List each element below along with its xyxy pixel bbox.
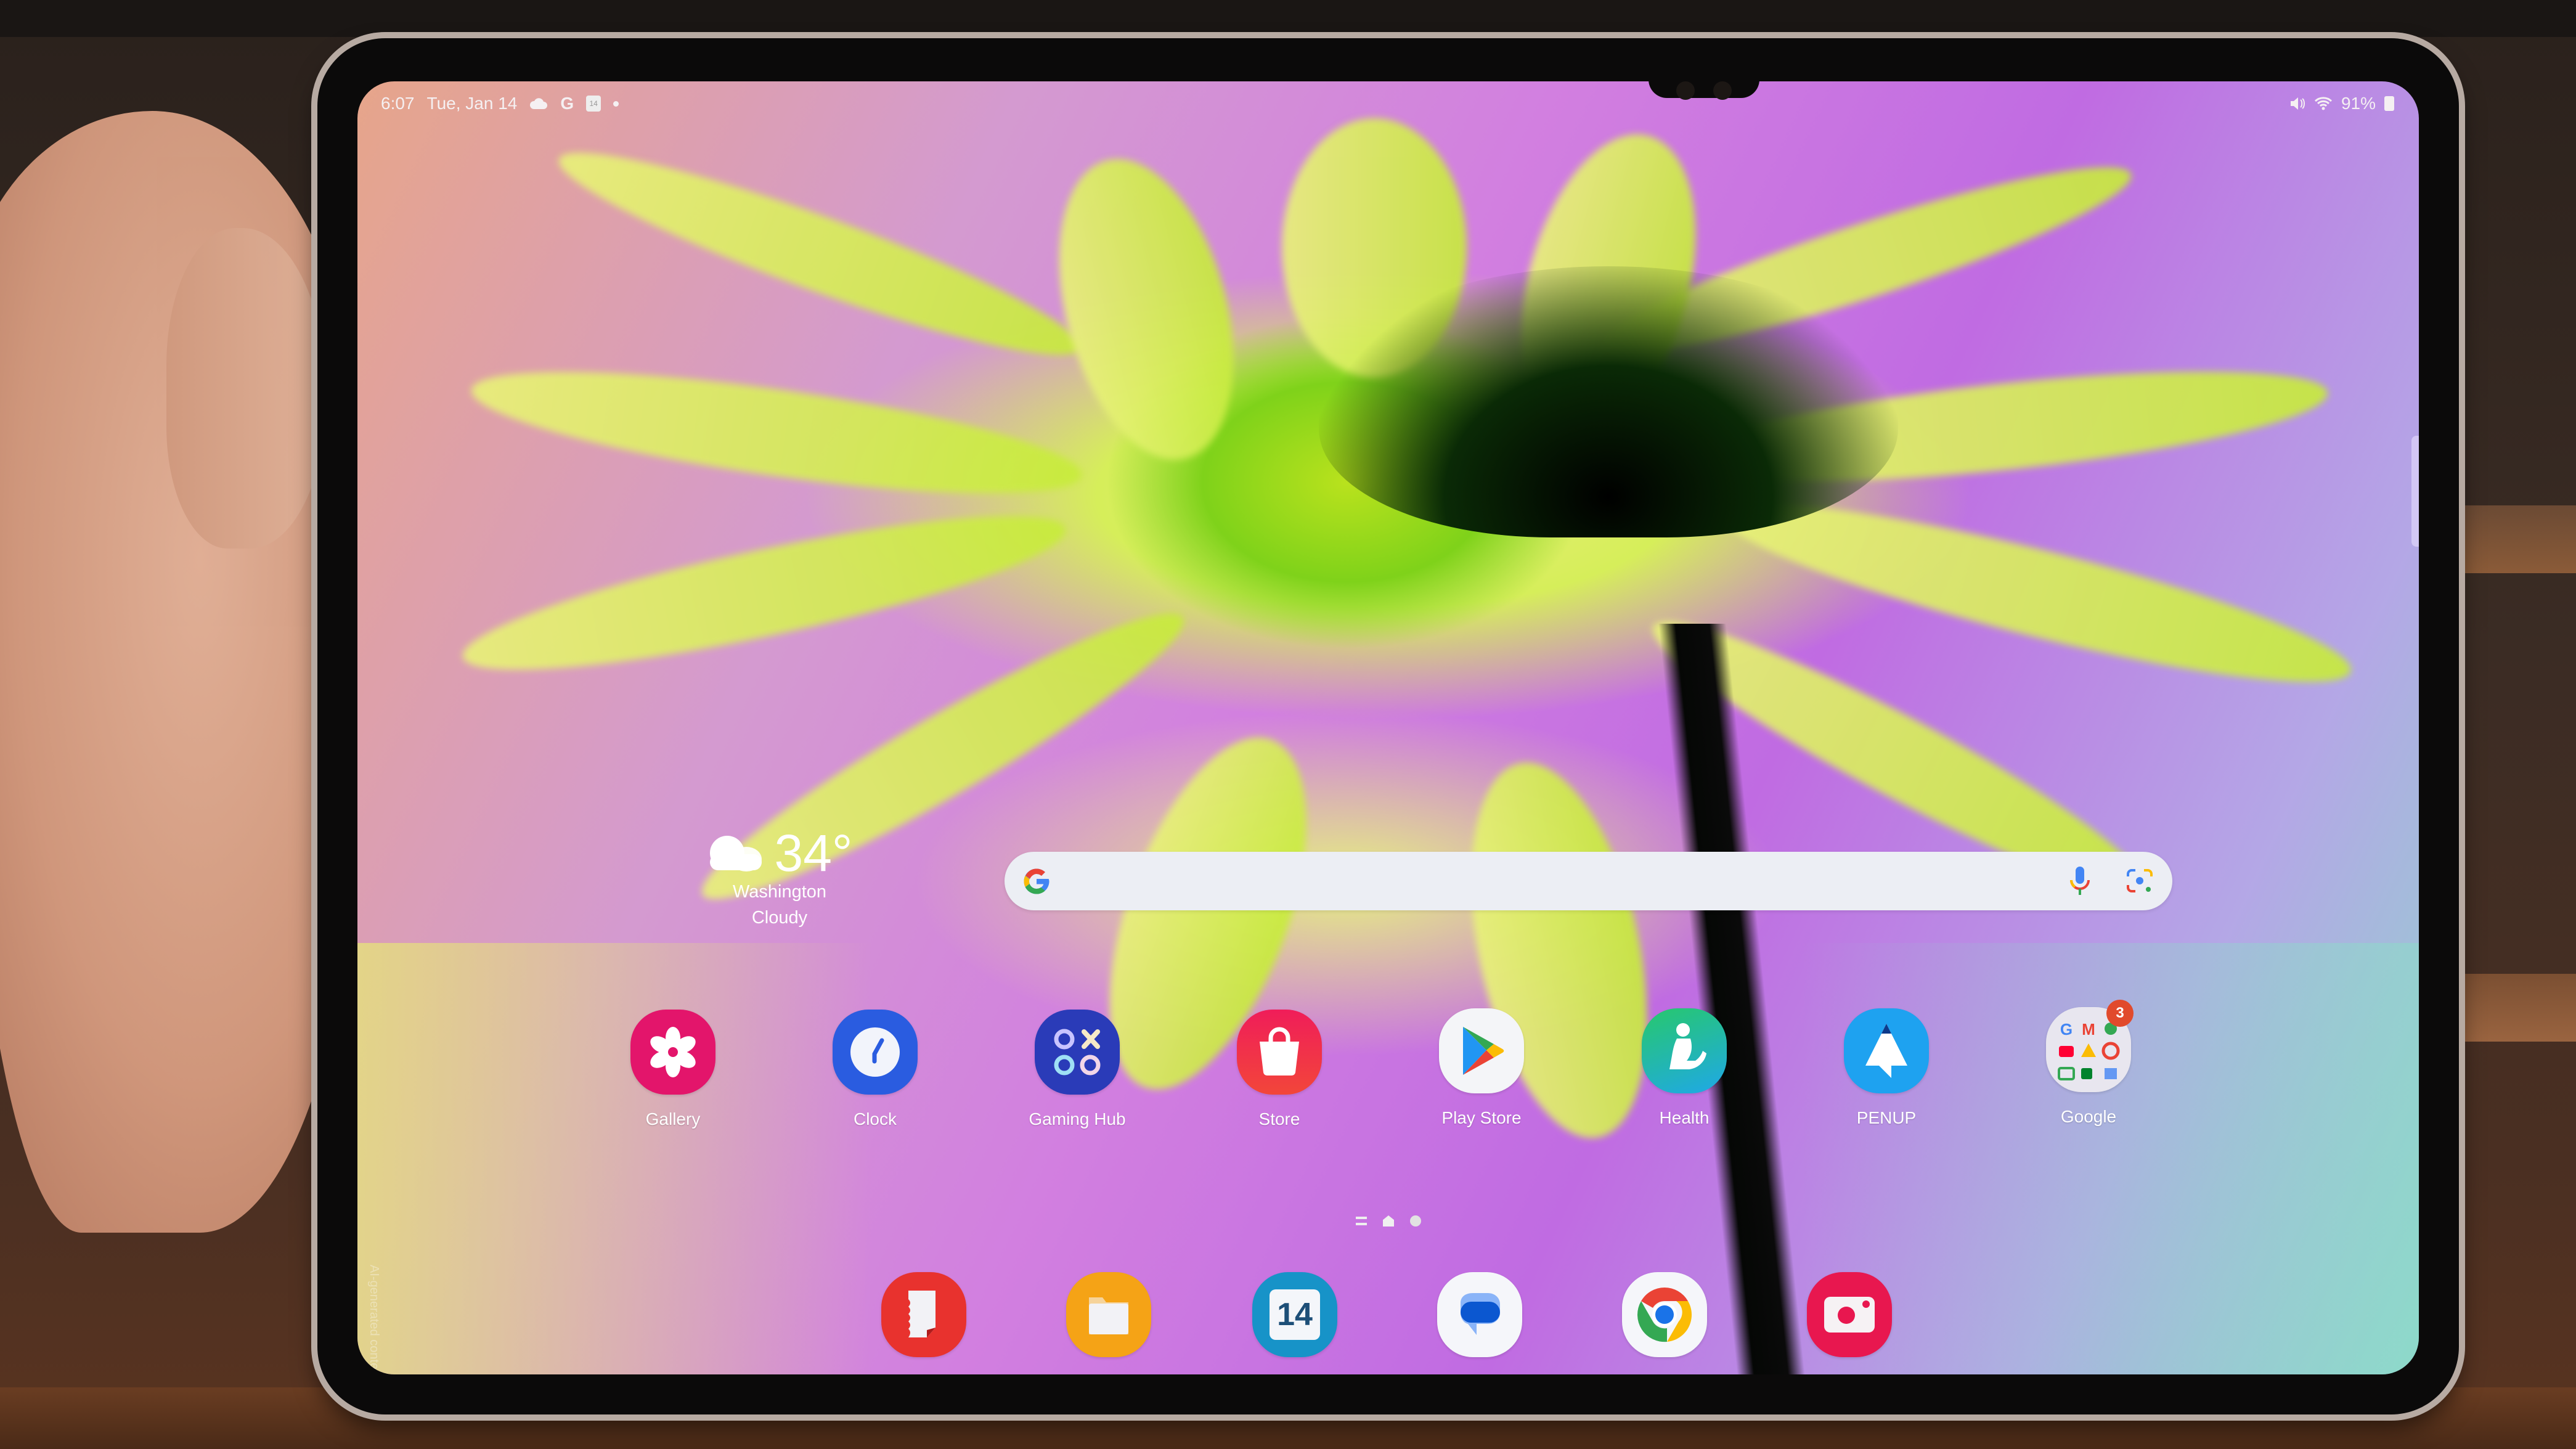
app-label: Play Store [1441,1108,1522,1127]
cloud-sync-icon [529,97,548,110]
app-penup[interactable]: PENUP [1831,1008,1942,1128]
cloudy-icon [706,833,765,873]
calendar-date: 14 [1270,1289,1320,1340]
room-background [0,0,2576,37]
edge-panel-handle[interactable] [2411,436,2419,547]
gaming-hub-icon [1035,1010,1120,1095]
app-folder-google[interactable]: GM 3 Google [2033,1000,2144,1127]
app-clock[interactable]: Clock [820,1010,931,1129]
calendar-icon: 14 [586,96,601,112]
status-time: 6:07 [381,94,415,113]
app-play-store[interactable]: Play Store [1426,1008,1537,1128]
app-label: Health [1659,1108,1710,1127]
home-screen: 6:07 Tue, Jan 14 G 14 91% AI-generated c… [357,81,2419,1374]
dock-calendar[interactable]: 14 [1252,1272,1337,1357]
gallery-icon [630,1010,715,1095]
dock-notes[interactable] [881,1272,966,1357]
shelf [2459,974,2576,1042]
home-page-icon[interactable] [1383,1215,1394,1227]
google-logo-icon [1024,868,1050,894]
lens-icon[interactable] [2126,867,2154,895]
app-gallery[interactable]: Gallery [618,1010,728,1129]
dock-chrome[interactable] [1622,1272,1707,1357]
google-folder-icon: GM 3 [2046,1000,2134,1092]
penup-icon [1844,1008,1929,1093]
page-indicator[interactable] [1356,1215,1421,1227]
app-label: PENUP [1856,1108,1917,1127]
mic-icon[interactable] [2068,865,2092,897]
calendar-app-icon: 14 [1252,1272,1337,1357]
apps-list-icon[interactable] [1356,1217,1367,1225]
shelf [2459,505,2576,573]
svg-text:G: G [2060,1020,2073,1039]
app-store[interactable]: Store [1224,1010,1335,1129]
mute-icon [2289,96,2305,111]
app-label: Gallery [645,1109,701,1129]
google-icon: G [560,94,574,113]
messages-icon [1437,1272,1522,1357]
weather-location: Washington [732,882,827,902]
dock-files[interactable] [1066,1272,1151,1357]
app-label: Gaming Hub [1029,1109,1126,1129]
notification-badge: 3 [2106,1000,2134,1027]
battery-icon [2384,96,2394,111]
notes-icon [881,1272,966,1357]
store-bag-icon [1237,1010,1322,1095]
weather-condition: Cloudy [751,908,808,928]
svg-text:M: M [2082,1020,2095,1039]
app-gaming-hub[interactable]: Gaming Hub [1022,1010,1133,1129]
chrome-icon [1622,1272,1707,1357]
weather-widget[interactable]: 34° Washington Cloudy [703,827,857,931]
play-store-icon [1439,1008,1524,1093]
app-label: Store [1258,1109,1300,1129]
battery-percent: 91% [2341,94,2376,113]
status-bar[interactable]: 6:07 Tue, Jan 14 G 14 91% [357,81,2419,124]
page-dot-icon[interactable] [1410,1215,1421,1227]
more-dot-icon [613,100,619,107]
hand [0,111,357,1233]
app-label: Google [2060,1107,2117,1126]
thumb [166,228,327,549]
clock-icon [833,1010,918,1095]
weather-temperature: 34° [774,824,853,882]
dock-camera[interactable] [1807,1272,1892,1357]
files-icon [1066,1272,1151,1357]
dock-messages[interactable] [1437,1272,1522,1357]
app-label: Clock [853,1109,897,1129]
camera-icon [1807,1272,1892,1357]
ai-content-watermark: AI-generated content [367,1265,381,1374]
wifi-icon [2314,96,2333,111]
health-icon [1642,1008,1727,1093]
tablet-device: 6:07 Tue, Jan 14 G 14 91% AI-generated c… [317,38,2459,1414]
app-health[interactable]: Health [1629,1008,1740,1128]
google-search-bar[interactable] [1005,852,2172,910]
status-date: Tue, Jan 14 [426,94,518,113]
